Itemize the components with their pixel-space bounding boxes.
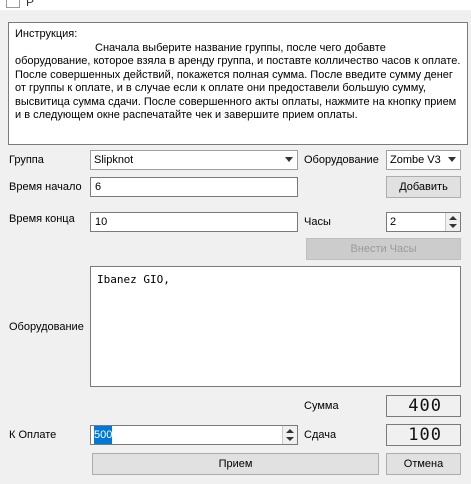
start-time-label: Время начало [9,181,82,193]
pay-value: 500 [94,426,113,444]
title-bar [0,0,471,10]
instructions-heading: Инструкция: [15,28,78,40]
hours-label: Часы [304,216,331,228]
equipment-label: Оборудование [304,154,379,166]
instructions-text: Сначала выберите название группы, после … [15,41,461,122]
spin-down-icon[interactable] [286,437,294,441]
equipment-list-textarea[interactable]: Ibanez GIO, [90,266,461,387]
pay-label: К Оплате [9,429,57,441]
equipment-select[interactable]: Zombe V3 [386,150,461,170]
end-time-label: Время конца [9,213,75,225]
sum-display: 400 [386,395,461,417]
equipment-select-value: Zombe V3 [390,154,441,166]
spin-down-icon[interactable] [449,224,457,228]
sum-label: Сумма [304,400,339,412]
instructions-box: Инструкция: Сначала выберите название гр… [8,22,468,145]
change-label: Сдача [304,429,337,441]
spin-up-icon[interactable] [286,429,294,433]
add-button[interactable]: Добавить [386,176,461,198]
chevron-down-icon [448,157,456,162]
group-select-value: Slipknot [94,154,134,166]
equipment-list-text: Ibanez GIO, [97,273,170,286]
cancel-button[interactable]: Отмена [386,453,461,475]
change-display: 100 [386,424,461,446]
stepper-buttons[interactable] [445,213,460,231]
hours-stepper[interactable]: 2 [386,212,461,232]
hours-value: 2 [390,216,397,228]
group-label: Группа [9,154,44,166]
equipment-list-label: Оборудование [9,321,84,333]
group-select[interactable]: Slipknot [90,150,298,170]
apply-hours-button[interactable]: Внести Часы [306,238,461,260]
app-icon [6,0,20,8]
spin-up-icon[interactable] [449,216,457,220]
chevron-down-icon [285,157,293,162]
end-time-input[interactable]: 10 [90,212,298,232]
start-time-input[interactable]: 6 [90,177,298,197]
window-title: Р [26,0,35,9]
pay-stepper[interactable]: 500 [90,425,298,445]
stepper-buttons[interactable] [282,426,297,444]
accept-button[interactable]: Прием [92,453,379,475]
